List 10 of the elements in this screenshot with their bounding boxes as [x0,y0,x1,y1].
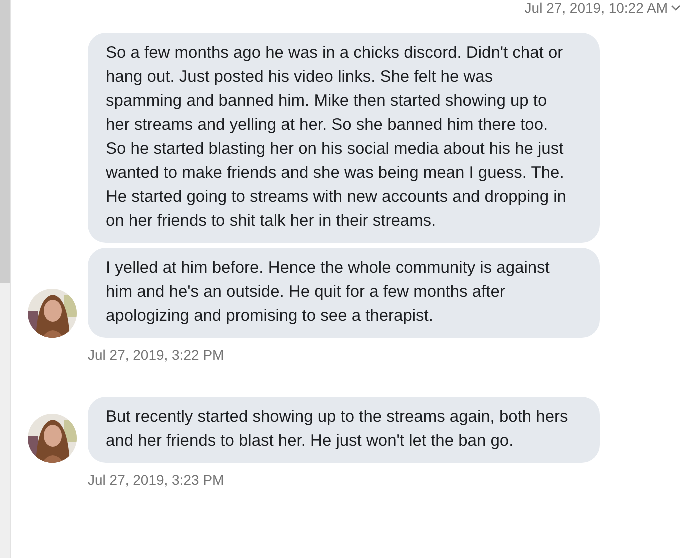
timestamp: Jul 27, 2019, 10:22 AM [524,0,668,16]
message-bubble: So a few months ago he was in a chicks discord. Didn't chat or hang out. Just posted his video links. She felt he was spamming and banned him. Mike then started showing up to her streams and yelling at her. So she banned him there too. So he started blasting her on his social media about his he just wanted to make friends and she was being mean I guess. The. He started going to streams with new accounts and dropping in on her friends to shit talk her in their streams. [88,33,600,243]
avatar [28,414,77,463]
message-bubble: But recently started showing up to the streams again, both hers and her friends to blast her. He just won't let the ban go. [88,397,600,463]
message-bubble: I yelled at him before. Hence the whole community is against him and he's an outside. He quit for a few months after apologizing and promising to see a therapist. [88,248,600,338]
chevron-icon[interactable] [671,4,681,12]
timestamp: Jul 27, 2019, 3:23 PM [88,472,226,488]
timestamp: Jul 27, 2019, 3:22 PM [88,347,226,363]
avatar [28,289,77,338]
scrollbar[interactable] [0,0,11,558]
